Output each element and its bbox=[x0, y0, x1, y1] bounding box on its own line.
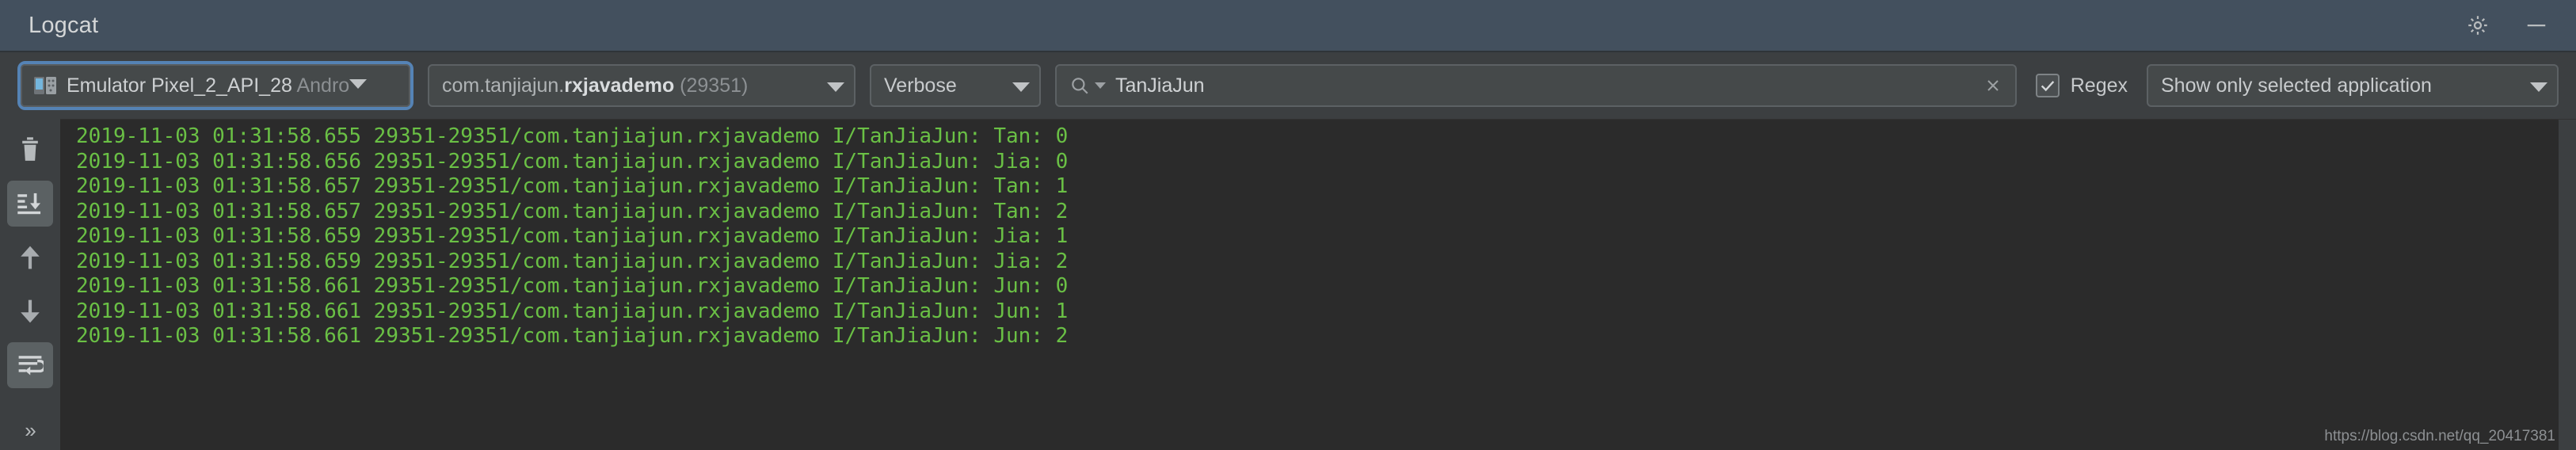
scroll-to-end-button[interactable] bbox=[7, 181, 53, 227]
log-level-selector[interactable]: Verbose bbox=[870, 64, 1041, 107]
logcat-body: » 2019-11-03 01:31:58.655 29351-29351/co… bbox=[0, 119, 2576, 450]
console-scrollbar[interactable] bbox=[2559, 120, 2576, 450]
device-name: Emulator Pixel_2_API_28 bbox=[67, 74, 292, 97]
device-selector[interactable]: Emulator Pixel_2_API_28 Andro bbox=[17, 61, 413, 110]
log-line: 2019-11-03 01:31:58.661 29351-29351/com.… bbox=[76, 324, 1069, 348]
logcat-console[interactable]: 2019-11-03 01:31:58.655 29351-29351/com.… bbox=[60, 119, 2576, 450]
gear-icon[interactable] bbox=[2462, 10, 2494, 41]
device-selector-label: Emulator Pixel_2_API_28 Andro bbox=[67, 74, 349, 97]
regex-label: Regex bbox=[2070, 74, 2128, 97]
regex-option[interactable]: Regex bbox=[2031, 74, 2132, 97]
log-line: 2019-11-03 01:31:58.659 29351-29351/com.… bbox=[76, 249, 1069, 273]
chevron-down-icon bbox=[2517, 74, 2547, 97]
log-line: 2019-11-03 01:31:58.661 29351-29351/com.… bbox=[76, 274, 1069, 298]
search-icon bbox=[1069, 75, 1090, 96]
logcat-sidebar: » bbox=[0, 119, 60, 450]
chevron-down-icon bbox=[349, 78, 368, 93]
process-selector-label: com.tanjiajun.rxjavademo (29351) bbox=[442, 74, 748, 97]
page-title: Logcat bbox=[29, 12, 99, 38]
titlebar-actions bbox=[2462, 10, 2552, 41]
device-selector-inner[interactable]: Emulator Pixel_2_API_28 Andro bbox=[21, 64, 410, 107]
logcat-window: Logcat Emulator Pixel_2_API_28 Andro com… bbox=[0, 0, 2576, 450]
up-the-stack-trace-button[interactable] bbox=[7, 235, 53, 280]
log-line: 2019-11-03 01:31:58.657 29351-29351/com.… bbox=[76, 199, 1069, 223]
device-emulator-icon bbox=[33, 75, 57, 96]
down-the-stack-trace-button[interactable] bbox=[7, 288, 53, 334]
log-line: 2019-11-03 01:31:58.655 29351-29351/com.… bbox=[76, 124, 1069, 148]
search-field[interactable]: TanJiaJun bbox=[1055, 64, 2017, 107]
process-pid: (29351) bbox=[680, 74, 749, 97]
soft-wrap-button[interactable] bbox=[7, 342, 53, 388]
log-line: 2019-11-03 01:31:58.657 29351-29351/com.… bbox=[76, 174, 1069, 198]
log-line: 2019-11-03 01:31:58.656 29351-29351/com.… bbox=[76, 149, 1069, 174]
log-level-label: Verbose bbox=[884, 74, 957, 97]
clear-icon[interactable] bbox=[1983, 76, 2002, 95]
chevron-down-icon bbox=[814, 74, 844, 97]
minimize-icon[interactable] bbox=[2521, 10, 2552, 41]
search-input[interactable]: TanJiaJun bbox=[1115, 74, 1983, 97]
watermark: https://blog.csdn.net/qq_20417381 bbox=[2324, 428, 2555, 444]
sidebar-more-button[interactable]: » bbox=[25, 420, 36, 440]
logcat-toolbar: Emulator Pixel_2_API_28 Andro com.tanjia… bbox=[0, 52, 2576, 119]
scope-selector-label: Show only selected application bbox=[2161, 74, 2432, 97]
log-line: 2019-11-03 01:31:58.659 29351-29351/com.… bbox=[76, 224, 1069, 248]
log-lines-container: 2019-11-03 01:31:58.655 29351-29351/com.… bbox=[60, 120, 2576, 450]
device-os: Andro bbox=[292, 74, 350, 97]
process-package-name: rxjavademo bbox=[564, 74, 675, 97]
search-history-chevron-icon[interactable] bbox=[1095, 82, 1106, 89]
regex-checkbox[interactable] bbox=[2035, 74, 2060, 97]
scope-selector[interactable]: Show only selected application bbox=[2147, 64, 2559, 107]
log-line: 2019-11-03 01:31:58.661 29351-29351/com.… bbox=[76, 299, 1069, 323]
clear-logcat-button[interactable] bbox=[7, 127, 53, 173]
process-package-prefix: com.tanjiajun. bbox=[442, 74, 565, 97]
process-selector[interactable]: com.tanjiajun.rxjavademo (29351) bbox=[428, 64, 855, 107]
window-titlebar: Logcat bbox=[0, 0, 2576, 52]
chevron-down-icon bbox=[1000, 74, 1030, 97]
